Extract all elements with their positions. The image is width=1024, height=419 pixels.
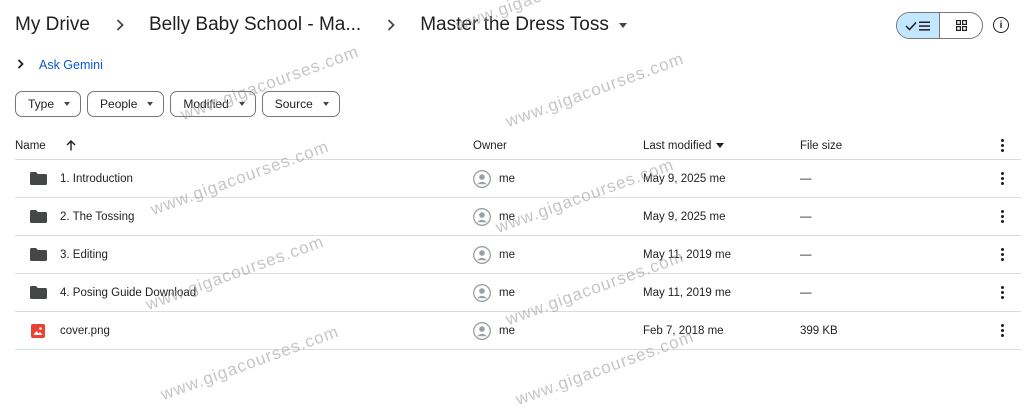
folder-icon: [29, 172, 47, 186]
breadcrumb: My Drive Belly Baby School - Ma... Maste…: [15, 11, 627, 39]
folder-icon: [29, 210, 47, 224]
chevron-right-icon: [116, 19, 124, 31]
table-row[interactable]: 2. The Tossing me May 9, 2025 me —: [15, 198, 1021, 236]
filter-people[interactable]: People: [87, 91, 165, 117]
list-view-button[interactable]: [897, 13, 940, 38]
more-options-icon[interactable]: [995, 210, 1009, 223]
more-options-icon[interactable]: [995, 248, 1009, 261]
caret-down-icon: [716, 143, 725, 148]
ask-gemini[interactable]: Ask Gemini: [17, 58, 103, 72]
header-name-label: Name: [15, 139, 46, 152]
file-size: —: [800, 286, 812, 299]
header-last-modified[interactable]: Last modified: [643, 139, 725, 152]
file-name[interactable]: 3. Editing: [60, 249, 108, 261]
file-name[interactable]: 4. Posing Guide Download: [60, 287, 196, 299]
caret-down-icon: [147, 102, 154, 106]
filter-bar: Type People Modified Source: [15, 91, 340, 117]
more-options-icon[interactable]: [995, 324, 1009, 337]
table-row[interactable]: 3. Editing me May 11, 2019 me —: [15, 236, 1021, 274]
view-toggle: [896, 12, 983, 39]
drive-page: My Drive Belly Baby School - Ma... Maste…: [0, 0, 1024, 419]
owner-name: me: [499, 248, 515, 261]
table-row[interactable]: 1. Introduction me May 9, 2025 me —: [15, 160, 1021, 198]
file-table: Name Owner Last modified File size 1. In…: [15, 132, 1021, 350]
more-options-icon[interactable]: [995, 139, 1009, 152]
owner-name: me: [499, 324, 515, 337]
filter-label: Modified: [183, 97, 229, 111]
table-header: Name Owner Last modified File size: [15, 132, 1021, 160]
filter-modified[interactable]: Modified: [170, 91, 256, 117]
check-list-icon: [905, 21, 930, 31]
file-size: 399 KB: [800, 324, 838, 337]
file-size: —: [800, 172, 812, 185]
filter-label: Source: [274, 97, 313, 111]
header-name[interactable]: Name: [15, 140, 76, 152]
caret-down-icon: [64, 102, 71, 106]
table-row[interactable]: cover.png me Feb 7, 2018 me 399 KB: [15, 312, 1021, 350]
more-options-icon[interactable]: [995, 172, 1009, 185]
owner-name: me: [499, 172, 515, 185]
avatar-icon: [473, 321, 491, 340]
caret-down-icon: [322, 102, 329, 106]
file-size: —: [800, 248, 812, 261]
last-modified: May 11, 2019 me: [643, 248, 732, 261]
caret-down-icon: [238, 102, 245, 106]
file-name[interactable]: cover.png: [60, 325, 110, 337]
info-icon[interactable]: i: [993, 17, 1009, 33]
avatar-icon: [473, 245, 491, 264]
filter-type[interactable]: Type: [15, 91, 82, 117]
file-size: —: [800, 210, 812, 223]
file-name[interactable]: 1. Introduction: [60, 173, 133, 185]
filter-source[interactable]: Source: [261, 91, 340, 117]
breadcrumb-parent-folder[interactable]: Belly Baby School - Ma...: [149, 14, 361, 36]
avatar-icon: [473, 283, 491, 302]
chevron-right-icon: [17, 58, 29, 72]
folder-icon: [29, 248, 47, 262]
file-name[interactable]: 2. The Tossing: [60, 211, 134, 223]
last-modified: Feb 7, 2018 me: [643, 324, 724, 337]
table-row[interactable]: 4. Posing Guide Download me May 11, 2019…: [15, 274, 1021, 312]
avatar-icon: [473, 207, 491, 226]
caret-down-icon: [618, 22, 627, 28]
folder-icon: [29, 286, 47, 300]
grid-icon: [955, 20, 967, 31]
header-file-size[interactable]: File size: [800, 140, 842, 152]
last-modified: May 11, 2019 me: [643, 286, 732, 299]
last-modified: May 9, 2025 me: [643, 210, 726, 223]
header-modified-label: Last modified: [643, 139, 712, 152]
header-owner[interactable]: Owner: [473, 140, 507, 152]
filter-label: Type: [28, 97, 55, 111]
ask-gemini-label: Ask Gemini: [39, 58, 103, 72]
owner-name: me: [499, 210, 515, 223]
arrow-up-icon[interactable]: [66, 140, 76, 151]
current-folder-title: Master the Dress Toss: [420, 14, 609, 35]
breadcrumb-current-folder[interactable]: Master the Dress Toss: [420, 14, 627, 36]
last-modified: May 9, 2025 me: [643, 172, 726, 185]
image-file-icon: [29, 323, 47, 338]
watermark: www.gigacourses.com: [503, 48, 687, 132]
more-options-icon[interactable]: [995, 286, 1009, 299]
filter-label: People: [100, 97, 138, 111]
grid-view-button[interactable]: [940, 13, 982, 38]
breadcrumb-my-drive[interactable]: My Drive: [15, 14, 90, 36]
chevron-right-icon: [387, 19, 395, 31]
owner-name: me: [499, 286, 515, 299]
avatar-icon: [473, 169, 491, 188]
